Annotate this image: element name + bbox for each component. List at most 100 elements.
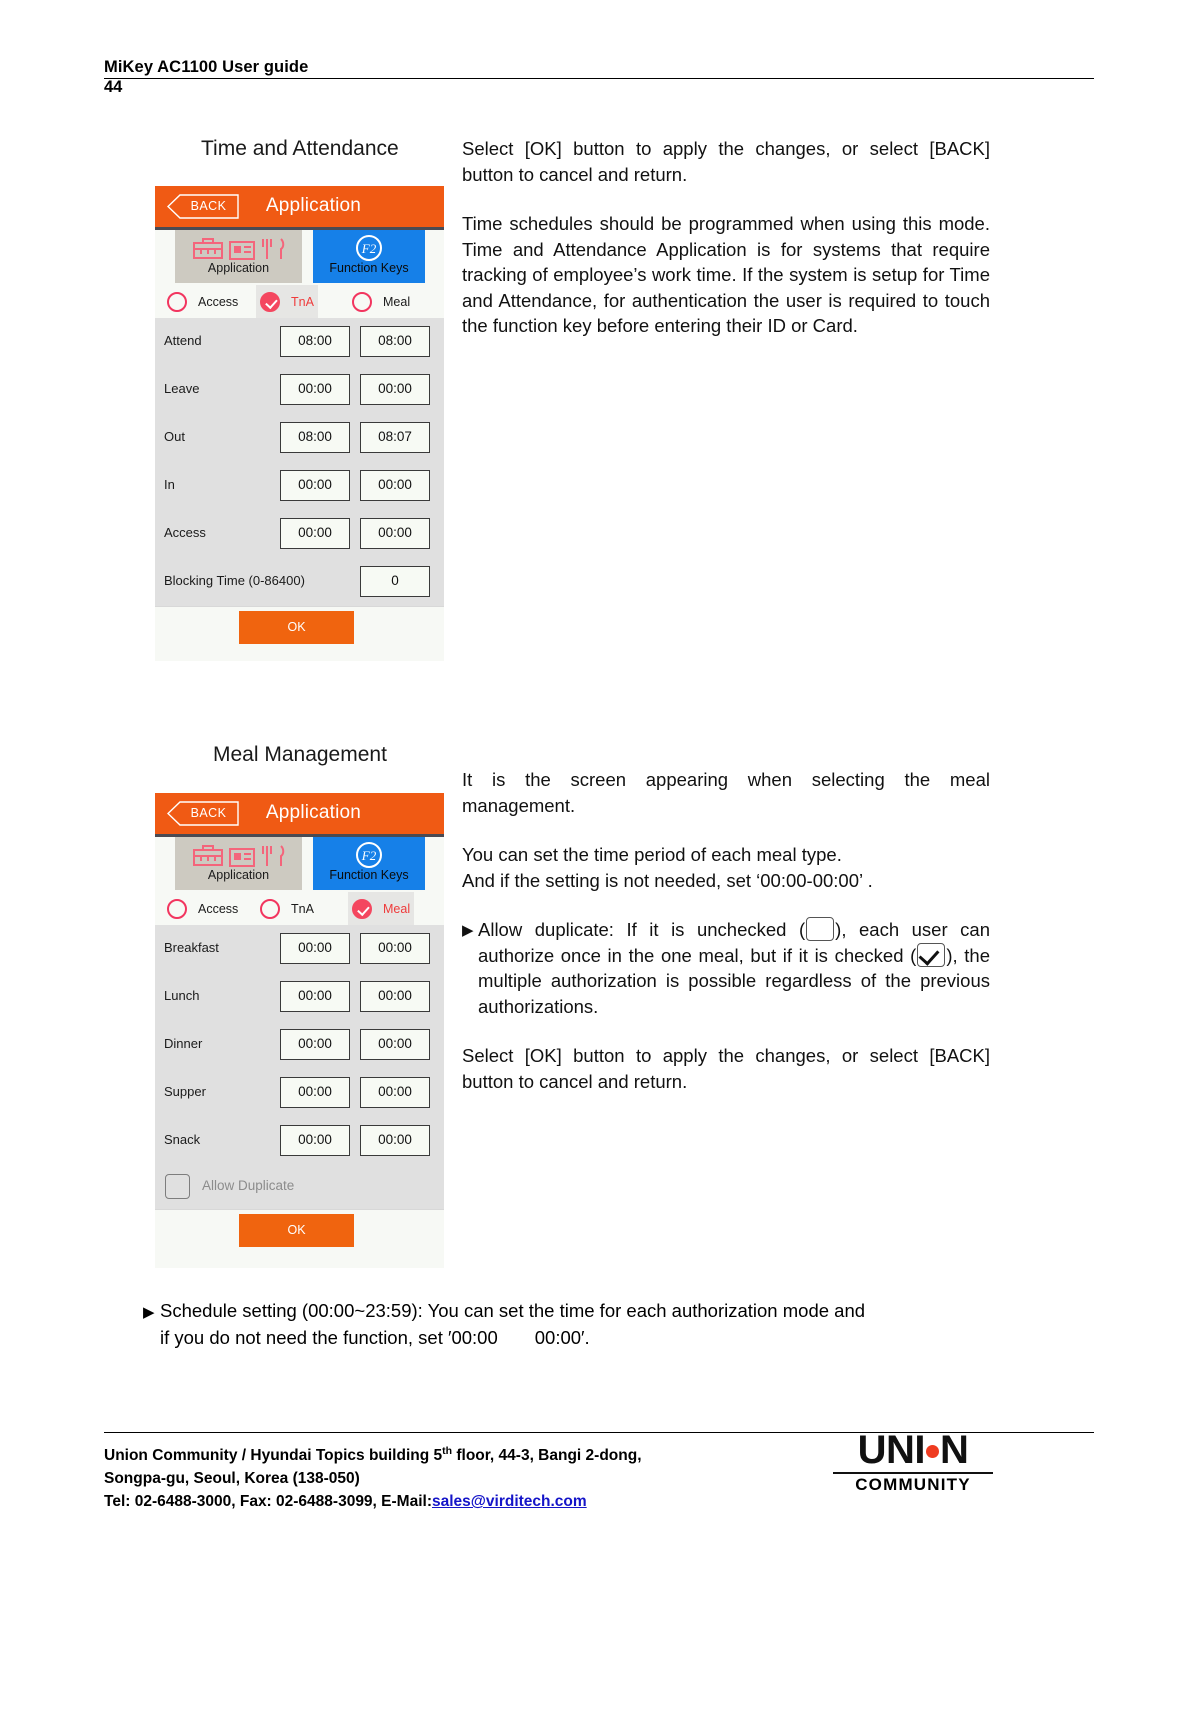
briefcase-icon: [192, 845, 223, 866]
radio-meal-indicator: [352, 898, 372, 919]
row-label: Attend: [164, 333, 202, 348]
schedule-setting-line1: Schedule setting (00:00~23:59): You can …: [160, 1300, 866, 1321]
table-row: Breakfast 00:00 00:00: [155, 925, 444, 973]
start-time-field[interactable]: 00:00: [280, 374, 350, 405]
footer-ordinal-suffix: th: [442, 1445, 453, 1457]
end-time-field[interactable]: 00:00: [360, 1029, 430, 1060]
end-time-field[interactable]: 00:00: [360, 933, 430, 964]
bullet-text-part1: Allow duplicate: If it is unchecked (: [478, 919, 806, 940]
radio-access-indicator: [167, 291, 187, 312]
table-row: Supper 00:00 00:00: [155, 1069, 444, 1117]
end-time-field[interactable]: 08:00: [360, 326, 430, 357]
blocking-time-label: Blocking Time (0-86400): [164, 573, 305, 588]
radio-tna-label: TnA: [291, 901, 314, 916]
start-time-field[interactable]: 00:00: [280, 518, 350, 549]
application-tab-icons: [175, 233, 302, 261]
unchecked-checkbox-icon: [806, 917, 835, 941]
checked-checkbox-icon: [917, 942, 946, 967]
schedule-setting-note-body: Schedule setting (00:00~23:59): You can …: [143, 1297, 991, 1351]
document-header: MiKey AC1100 User guide 44: [104, 57, 1094, 96]
allow-duplicate-row[interactable]: Allow Duplicate: [155, 1165, 444, 1209]
document-page: MiKey AC1100 User guide 44 Time and Atte…: [0, 0, 1197, 1710]
cutlery-icon: [261, 238, 284, 259]
bullet-allow-duplicate: ▶ Allow duplicate: If it is unchecked ()…: [462, 917, 990, 1019]
tab-application[interactable]: Application: [175, 230, 302, 283]
tab-function-keys[interactable]: F2 Function Keys: [313, 837, 425, 890]
end-time-field[interactable]: 00:00: [360, 1125, 430, 1156]
logo-wordmark: UNI N: [833, 1428, 993, 1472]
footer-line-1: Union Community / Hyundai Topics buildin…: [104, 1440, 824, 1467]
tab-application[interactable]: Application: [175, 837, 302, 890]
row-label: In: [164, 477, 175, 492]
footer-line-1a: Union Community / Hyundai Topics buildin…: [104, 1447, 443, 1465]
logo-wordmark-text: UNI N: [857, 1428, 969, 1472]
paragraph-meal-unset: And if the setting is not needed, set ‘0…: [462, 869, 873, 891]
tab-function-keys[interactable]: F2 Function Keys: [313, 230, 425, 283]
logo-dot-icon: [926, 1445, 939, 1458]
allow-duplicate-checkbox-icon[interactable]: [165, 1174, 190, 1199]
triangle-bullet-icon: ▶: [143, 1304, 155, 1321]
table-row: Snack 00:00 00:00: [155, 1117, 444, 1165]
union-community-logo: UNI N COMMUNITY: [833, 1428, 993, 1495]
radio-tna-indicator: [260, 898, 280, 919]
start-time-field[interactable]: 00:00: [280, 1125, 350, 1156]
device-screenshot-meal-management: BACK Application Application F2 Function…: [155, 793, 444, 1268]
tab-function-keys-label: Function Keys: [329, 261, 409, 275]
paragraph-time-schedules: Time schedules should be programmed when…: [462, 213, 990, 336]
start-time-field[interactable]: 00:00: [280, 1077, 350, 1108]
table-row: In 00:00 00:00: [155, 462, 444, 510]
row-label: Dinner: [164, 1036, 203, 1051]
row-label: Access: [164, 525, 206, 540]
device-titlebar: BACK Application: [155, 186, 444, 230]
row-label: Leave: [164, 381, 200, 396]
svg-text:F2: F2: [361, 848, 377, 863]
meal-settings-list: Breakfast 00:00 00:00 Lunch 00:00 00:00 …: [155, 925, 444, 1209]
table-row: Attend 08:00 08:00: [155, 318, 444, 366]
tab-application-label: Application: [207, 868, 270, 882]
page-number: 44: [104, 78, 123, 96]
paragraph-ok-back-meal: Select [OK] button to apply the changes,…: [462, 1045, 990, 1092]
blocking-time-field[interactable]: 0: [360, 566, 430, 597]
document-title: MiKey AC1100 User guide: [104, 58, 309, 76]
text-column-meal-management: It is the screen appearing when selectin…: [462, 767, 990, 1094]
allow-duplicate-label: Allow Duplicate: [202, 1178, 295, 1193]
device-footer: OK: [155, 606, 444, 659]
ok-button[interactable]: OK: [239, 611, 354, 644]
end-time-field[interactable]: 08:07: [360, 422, 430, 453]
radio-tna-indicator: [260, 291, 280, 312]
radio-access[interactable]: Access: [163, 892, 242, 925]
paragraph-meal-period: You can set the time period of each meal…: [462, 844, 842, 865]
start-time-field[interactable]: 00:00: [280, 1029, 350, 1060]
triangle-bullet-icon: ▶: [462, 922, 474, 939]
radio-meal[interactable]: Meal: [348, 892, 415, 925]
end-time-field[interactable]: 00:00: [360, 518, 430, 549]
briefcase-icon: [192, 238, 223, 259]
radio-access-label: Access: [198, 294, 239, 309]
email-link[interactable]: sales@virditech.com: [432, 1493, 587, 1510]
section-heading-meal-management: Meal Management: [213, 743, 387, 766]
radio-meal[interactable]: Meal: [348, 285, 414, 318]
start-time-field[interactable]: 00:00: [280, 933, 350, 964]
footer-address: Union Community / Hyundai Topics buildin…: [104, 1440, 824, 1513]
end-time-field[interactable]: 00:00: [360, 374, 430, 405]
radio-access[interactable]: Access: [163, 285, 242, 318]
radio-tna[interactable]: TnA: [256, 285, 318, 318]
mode-radio-row: Access TnA Meal: [155, 892, 444, 925]
time-settings-list: Attend 08:00 08:00 Leave 00:00 00:00 Out…: [155, 318, 444, 606]
radio-tna-label: TnA: [291, 294, 314, 309]
tab-function-keys-label: Function Keys: [329, 868, 409, 882]
ok-button[interactable]: OK: [239, 1214, 354, 1247]
radio-meal-label: Meal: [383, 901, 411, 916]
row-label: Out: [164, 429, 185, 444]
end-time-field[interactable]: 00:00: [360, 1077, 430, 1108]
radio-tna[interactable]: TnA: [256, 892, 318, 925]
end-time-field[interactable]: 00:00: [360, 981, 430, 1012]
function-key-icon: F2: [313, 234, 425, 261]
radio-access-label: Access: [198, 901, 239, 916]
start-time-field[interactable]: 00:00: [280, 470, 350, 501]
start-time-field[interactable]: 08:00: [280, 326, 350, 357]
start-time-field[interactable]: 08:00: [280, 422, 350, 453]
end-time-field[interactable]: 00:00: [360, 470, 430, 501]
start-time-field[interactable]: 00:00: [280, 981, 350, 1012]
table-row: Leave 00:00 00:00: [155, 366, 444, 414]
